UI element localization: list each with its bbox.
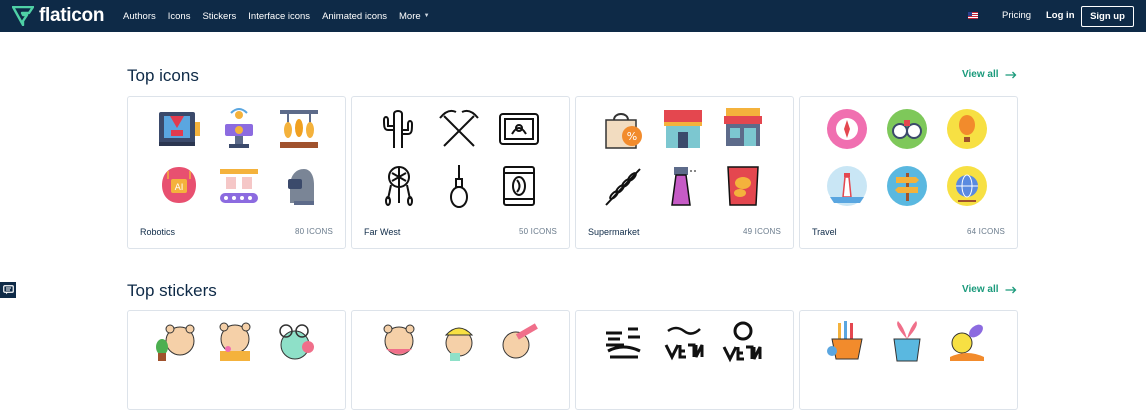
pack-count: 49 ICONS [742,227,781,236]
spray-bottle-icon [660,163,706,209]
robotic-wheat-harvester-icon [276,106,322,152]
top-icons-view-all-link[interactable]: View all [962,69,1017,80]
3d-printer-icon [156,106,202,152]
top-stickers-title: Top stickers [127,281,217,300]
lighthouse-icon [824,163,870,209]
svg-text:%: % [627,130,637,143]
plant-with-glasses-sticker-icon [272,319,318,365]
flaticon-logo-icon [12,6,34,26]
top-icons-packs: AI Robotics 80 ICONS Far West 50 ICONS %… [127,96,1019,249]
nav-more-dropdown[interactable]: More ▼ [399,11,430,22]
nav-more-label: More [399,10,421,22]
sticker-pack-card-bear-daily[interactable] [351,310,570,410]
nav-animated-icons[interactable]: Animated icons [322,11,387,22]
bear-with-cap-sticker-icon [436,319,482,365]
chevron-down-icon: ▼ [423,13,430,19]
top-stickers-view-all-link[interactable]: View all [962,284,1017,295]
pack-name: Travel [812,227,837,237]
us-flag-icon[interactable] [968,12,978,19]
cactus-icon [376,106,422,152]
nav-stickers[interactable]: Stickers [202,11,236,22]
login-link[interactable]: Log in [1046,10,1075,21]
bear-hugging-sticker-icon [376,319,422,365]
globe-icon [944,163,990,209]
crossed-pickaxes-icon [436,106,482,152]
main-nav: Authors Icons Stickers Interface icons A… [123,0,442,32]
logo-text: flaticon [39,5,105,26]
eat-vegan-lettering-sticker-icon [660,319,706,365]
pricing-link[interactable]: Pricing [1002,10,1031,21]
conveyor-belt-icon [216,163,262,209]
view-all-label: View all [962,284,999,295]
top-navigation-bar: flaticon Authors Icons Stickers Interfac… [0,0,1146,32]
nav-icons[interactable]: Icons [168,11,191,22]
noose-icon [436,163,482,209]
discount-bag-icon: % [600,106,646,152]
arrow-right-icon [1005,71,1016,78]
pencil-pot-sticker-icon [824,319,870,365]
robot-head-icon [276,163,322,209]
storefront-icon [660,106,706,152]
nav-interface-icons[interactable]: Interface icons [248,11,310,22]
go-vegan-lettering-sticker-icon [720,319,766,365]
bean-sack-icon [496,163,542,209]
bear-with-plant-sticker-icon [152,319,198,365]
signpost-icon [884,163,930,209]
nav-authors[interactable]: Authors [123,11,156,22]
signup-button[interactable]: Sign up [1081,6,1134,27]
feedback-button[interactable] [0,282,16,298]
plant-pot-sticker-icon [884,319,930,365]
pack-name: Robotics [140,227,176,237]
pack-card-robotics[interactable]: AI Robotics 80 ICONS [127,96,346,249]
svg-text:AI: AI [175,183,184,193]
compass-icon [824,106,870,152]
pack-name: Supermarket [588,227,640,237]
pack-card-far-west[interactable]: Far West 50 ICONS [351,96,570,249]
pack-name: Far West [364,227,401,237]
signal-device-icon [216,106,262,152]
ai-brain-icon: AI [156,163,202,209]
sprouting-seed-sticker-icon [944,319,990,365]
sticker-pack-card-bear-plants[interactable] [127,310,346,410]
feedback-icon [2,285,14,295]
wheat-icon [600,163,646,209]
binoculars-icon [884,106,930,152]
pack-count: 80 ICONS [294,227,333,236]
hot-air-balloon-icon [944,106,990,152]
top-stickers-packs [127,310,1019,410]
view-all-label: View all [962,69,999,80]
wanted-poster-icon [496,106,542,152]
pack-count: 50 ICONS [518,227,557,236]
pack-count: 64 ICONS [966,227,1005,236]
sticker-pack-card-garden[interactable] [799,310,1018,410]
pack-card-supermarket[interactable]: % Supermarket 49 ICONS [575,96,794,249]
pack-card-travel[interactable]: Travel 64 ICONS [799,96,1018,249]
eat-green-lettering-sticker-icon [600,319,646,365]
top-icons-title: Top icons [127,66,199,85]
chips-bag-icon [720,163,766,209]
bear-with-flowers-sticker-icon [212,319,258,365]
flaticon-logo[interactable]: flaticon [12,5,105,26]
arrow-right-icon [1005,286,1016,293]
bear-with-pencil-sticker-icon [496,319,542,365]
dreamcatcher-icon [376,163,422,209]
supermarket-building-icon [720,106,766,152]
sticker-pack-card-vegan-lettering[interactable] [575,310,794,410]
